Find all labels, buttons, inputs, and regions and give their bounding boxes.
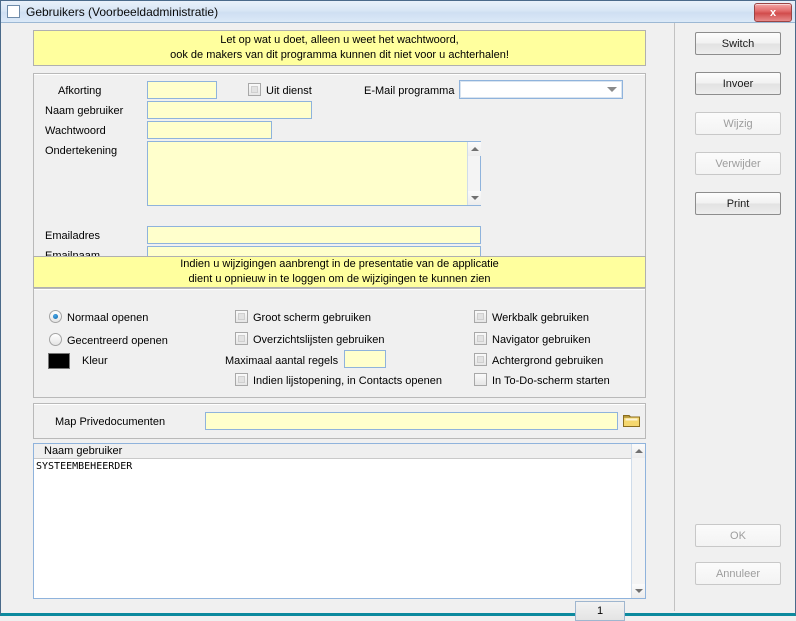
emailadres-input[interactable]	[147, 226, 481, 244]
gebruikers-window: Gebruikers (Voorbeeldadministratie) x Le…	[0, 0, 796, 621]
label-email-programma: E-Mail programma	[364, 85, 455, 97]
ok-button[interactable]: OK	[695, 524, 781, 547]
list-scroll-down-button[interactable]	[632, 584, 645, 598]
uit-dienst-checkbox[interactable]	[248, 83, 261, 96]
label-kleur: Kleur	[82, 355, 108, 367]
user-list-scrollbar[interactable]	[631, 444, 645, 598]
window-content: Let op wat u doet, alleen u weet het wac…	[2, 23, 794, 621]
presentation-line-1: Indien u wijzigingen aanbrengt in de pre…	[180, 258, 499, 270]
label-todo-scherm: In To-Do-scherm starten	[492, 375, 610, 387]
radio-normaal-openen[interactable]	[49, 310, 62, 323]
title-bar: Gebruikers (Voorbeeldadministratie) x	[1, 1, 795, 23]
warning-banner: Let op wat u doet, alleen u weet het wac…	[33, 30, 646, 66]
ondertekening-textarea[interactable]	[147, 141, 481, 206]
checkbox-groot-scherm[interactable]	[235, 310, 248, 323]
label-gecentreerd-openen: Gecentreerd openen	[67, 335, 168, 347]
left-pane: Let op wat u doet, alleen u weet het wac…	[2, 23, 675, 621]
user-list-header: Naam gebruiker	[34, 444, 645, 459]
options-group: Normaal openen Gecentreerd openen Kleur …	[33, 288, 646, 398]
scroll-down-button[interactable]	[468, 191, 481, 205]
private-documents-group: Map Privedocumenten	[33, 403, 646, 439]
email-programma-select[interactable]	[459, 80, 623, 99]
presentation-line-2: dient u opnieuw in te loggen om de wijzi…	[188, 273, 491, 285]
label-naam-gebruiker: Naam gebruiker	[45, 105, 124, 117]
label-navigator: Navigator gebruiken	[492, 334, 591, 346]
triangle-up-icon	[471, 147, 479, 151]
presentation-banner: Indien u wijzigingen aanbrengt in de pre…	[33, 256, 646, 288]
radio-gecentreerd-openen[interactable]	[49, 333, 62, 346]
label-werkbalk: Werkbalk gebruiken	[492, 312, 590, 324]
window-title: Gebruikers (Voorbeeldadministratie)	[26, 4, 219, 19]
user-form-group: Afkorting Uit dienst E-Mail programma Na…	[33, 73, 646, 268]
triangle-down-icon	[635, 589, 643, 593]
user-list-body[interactable]: SYSTEEMBEHEERDER	[34, 460, 631, 598]
chevron-down-icon	[607, 87, 617, 92]
color-swatch[interactable]	[48, 353, 70, 369]
ondertekening-scrollbar[interactable]	[467, 142, 481, 205]
label-afkorting: Afkorting	[58, 85, 102, 97]
triangle-up-icon	[635, 449, 643, 453]
list-scroll-up-button[interactable]	[632, 444, 645, 458]
label-map-privedocumenten: Map Privedocumenten	[55, 416, 166, 428]
label-emailadres: Emailadres	[45, 230, 101, 242]
map-privedocumenten-input[interactable]	[205, 412, 618, 430]
label-normaal-openen: Normaal openen	[67, 312, 149, 324]
close-icon[interactable]: x	[754, 3, 792, 22]
label-achtergrond: Achtergrond gebruiken	[492, 355, 604, 367]
checkbox-navigator[interactable]	[474, 332, 487, 345]
naam-gebruiker-input[interactable]	[147, 101, 312, 119]
label-lijstopening-contacts: Indien lijstopening, in Contacts openen	[253, 375, 442, 387]
maximaal-aantal-regels-input[interactable]	[344, 350, 386, 368]
checkbox-overzichtslijsten[interactable]	[235, 332, 248, 345]
action-pane: Switch Invoer Wijzig Verwijder Print OK …	[676, 23, 794, 611]
annuleer-button[interactable]: Annuleer	[695, 562, 781, 585]
label-uit-dienst: Uit dienst	[266, 85, 312, 97]
checkbox-achtergrond[interactable]	[474, 353, 487, 366]
user-list[interactable]: Naam gebruiker SYSTEEMBEHEERDER	[33, 443, 646, 599]
warning-line-1: Let op wat u doet, alleen u weet het wac…	[220, 34, 459, 46]
label-ondertekening: Ondertekening	[45, 145, 118, 157]
checkbox-lijstopening-contacts[interactable]	[235, 373, 248, 386]
label-overzichtslijsten: Overzichtslijsten gebruiken	[253, 334, 385, 346]
window-icon	[7, 5, 20, 18]
wijzig-button[interactable]: Wijzig	[695, 112, 781, 135]
page-number[interactable]: 1	[575, 601, 625, 621]
label-groot-scherm: Groot scherm gebruiken	[253, 312, 371, 324]
triangle-down-icon	[471, 196, 479, 200]
switch-button[interactable]: Switch	[695, 32, 781, 55]
wachtwoord-input[interactable]	[147, 121, 272, 139]
print-button[interactable]: Print	[695, 192, 781, 215]
invoer-button[interactable]: Invoer	[695, 72, 781, 95]
label-wachtwoord: Wachtwoord	[45, 125, 106, 137]
checkbox-werkbalk[interactable]	[474, 310, 487, 323]
label-maximaal-aantal-regels: Maximaal aantal regels	[225, 355, 339, 367]
folder-icon[interactable]	[623, 413, 640, 427]
list-item[interactable]: SYSTEEMBEHEERDER	[34, 460, 631, 472]
afkorting-input[interactable]	[147, 81, 217, 99]
verwijder-button[interactable]: Verwijder	[695, 152, 781, 175]
warning-line-2: ook de makers van dit programma kunnen d…	[170, 49, 509, 61]
checkbox-todo-scherm[interactable]	[474, 373, 487, 386]
scroll-up-button[interactable]	[468, 142, 481, 156]
